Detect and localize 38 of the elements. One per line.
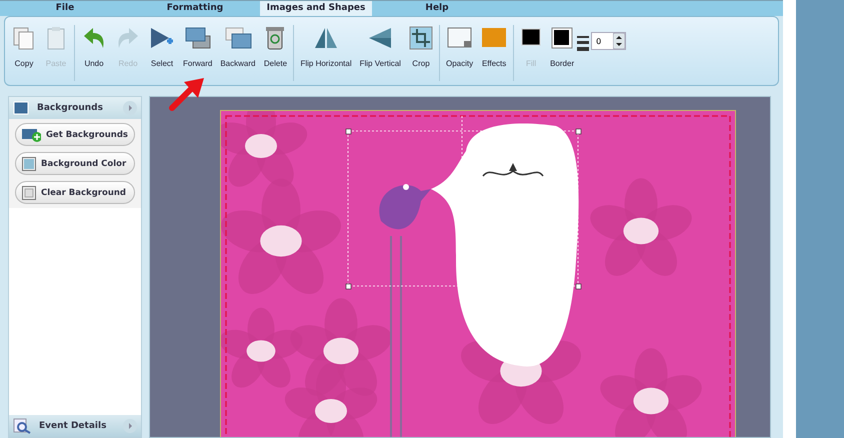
menu-tab[interactable]: Images and Shapes xyxy=(260,1,372,16)
cursor-arrow-icon xyxy=(149,25,175,51)
magnifier-icon xyxy=(13,418,31,434)
flip-vertical-icon xyxy=(367,25,394,51)
menu-tab[interactable]: File xyxy=(0,1,130,16)
sidebar-button[interactable]: Background Color xyxy=(15,152,135,175)
picture-add-icon xyxy=(22,128,41,142)
panel-header[interactable]: Event Details xyxy=(9,415,141,437)
border-swatch-icon xyxy=(551,25,574,51)
panel-title: Backgrounds xyxy=(37,103,104,113)
sidebar-button[interactable]: Get Backgrounds xyxy=(15,123,135,146)
effects-button[interactable]: Effects xyxy=(478,25,510,75)
border-width-spinner[interactable]: 0 xyxy=(591,32,626,50)
opacity-button[interactable]: Opacity xyxy=(442,25,476,75)
flip-vertical-button[interactable]: Flip Vertical xyxy=(356,25,404,75)
layers-back-icon xyxy=(224,25,252,51)
sidebar-button[interactable]: Clear Background xyxy=(15,181,135,204)
delete-button[interactable]: Delete xyxy=(260,25,290,75)
documents-icon xyxy=(12,25,36,51)
menu-tab[interactable]: Formatting xyxy=(130,1,260,16)
backward-button[interactable]: Backward xyxy=(217,25,258,75)
border-button[interactable]: Border xyxy=(547,25,578,75)
panel-header[interactable]: Backgrounds xyxy=(9,97,141,119)
undo-button[interactable]: Undo xyxy=(78,25,110,75)
select-button[interactable]: Select xyxy=(146,25,178,75)
flip-horizontal-button[interactable]: Flip Horizontal xyxy=(297,25,355,75)
layers-front-icon xyxy=(184,25,212,51)
panel-title: Event Details xyxy=(39,421,108,431)
color-swatch-icon xyxy=(22,156,36,170)
crop-icon xyxy=(408,25,433,51)
clear-pattern-icon xyxy=(22,186,36,200)
forward-button[interactable]: Forward xyxy=(180,25,216,75)
copy-button[interactable]: Copy xyxy=(9,25,39,75)
menu-tab[interactable]: Help xyxy=(372,1,502,16)
crop-button[interactable]: Crop xyxy=(406,25,436,75)
line-width-icon[interactable] xyxy=(577,35,590,51)
picture-frame-icon xyxy=(13,101,29,115)
expand-icon[interactable] xyxy=(123,419,137,433)
